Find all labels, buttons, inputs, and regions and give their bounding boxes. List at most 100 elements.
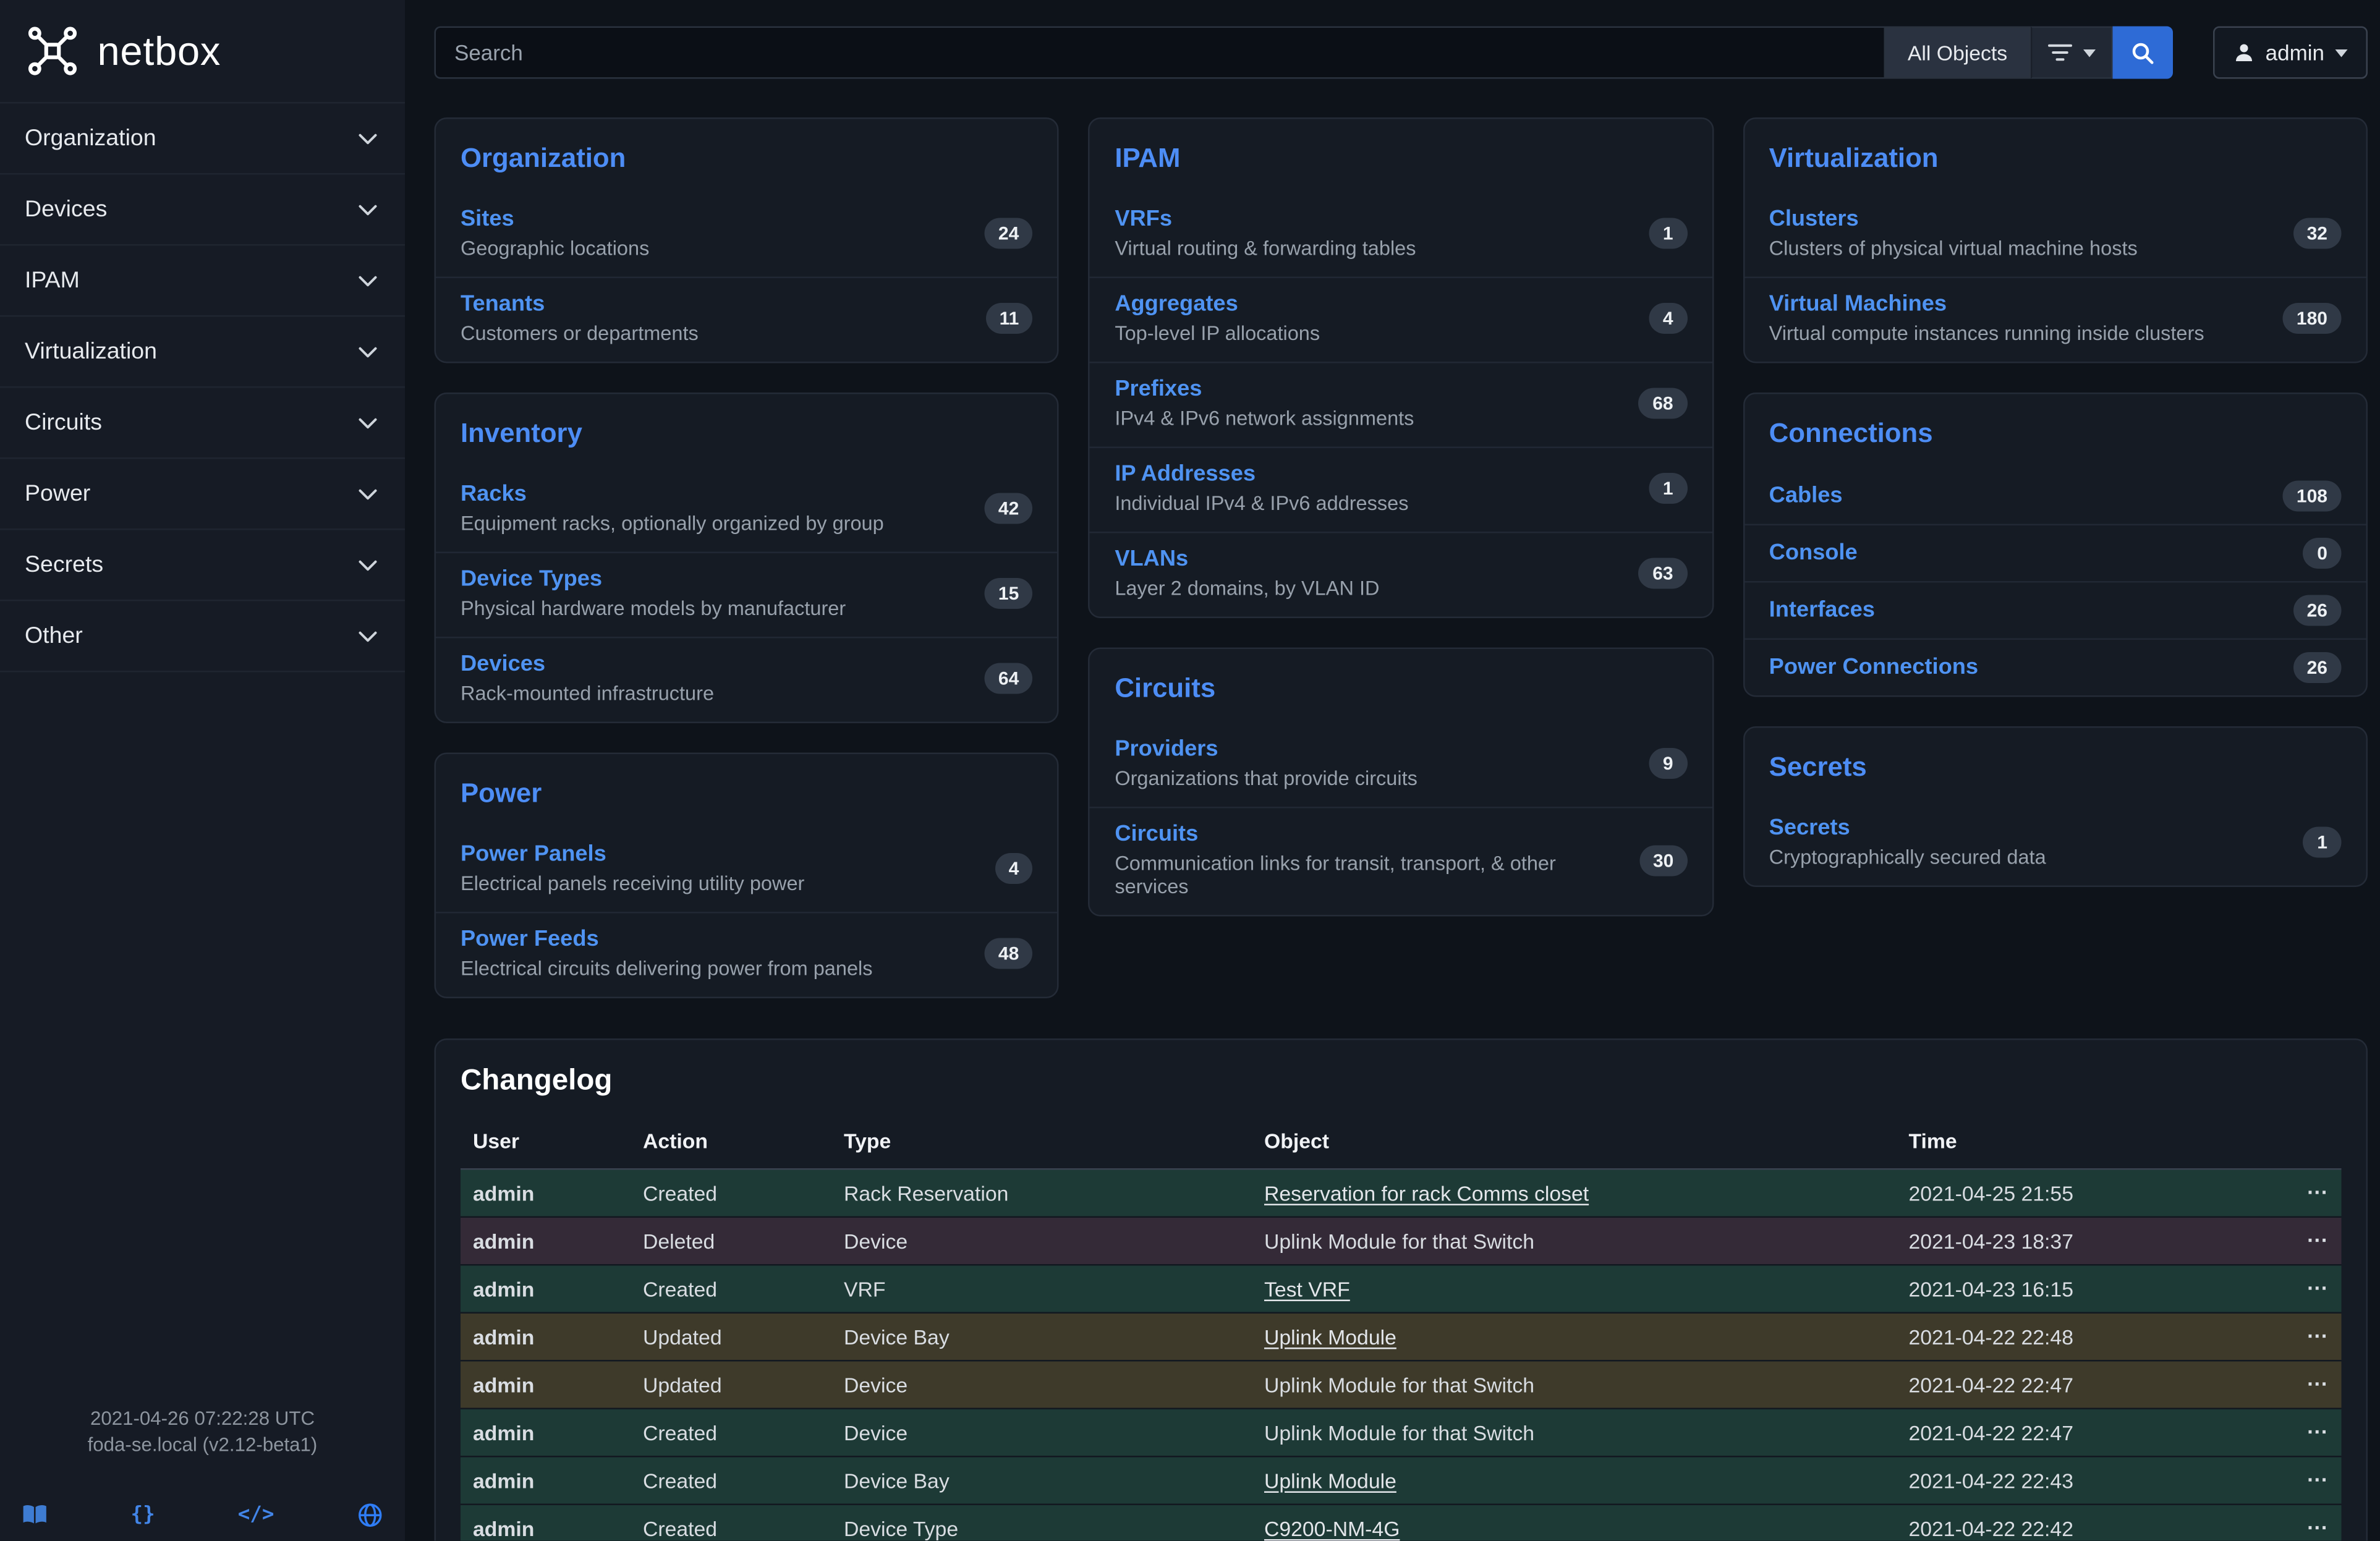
count-badge[interactable]: 1 — [2303, 827, 2342, 858]
object-type-button[interactable]: All Objects — [1884, 27, 2030, 79]
item-title[interactable]: Clusters — [1769, 207, 2138, 232]
item-title[interactable]: Console — [1769, 541, 1858, 566]
api-code-icon[interactable]: </> — [238, 1504, 274, 1527]
count-badge[interactable]: 11 — [985, 303, 1033, 334]
list-item-sites[interactable]: Sites Geographic locations 24 — [436, 193, 1058, 277]
item-title[interactable]: Sites — [461, 207, 649, 232]
object-link[interactable]: Uplink Module — [1264, 1469, 1396, 1492]
object-link[interactable]: Reservation for rack Comms closet — [1264, 1181, 1589, 1205]
item-title[interactable]: VLANs — [1115, 547, 1379, 572]
cell-action: Created — [631, 1409, 831, 1457]
item-title[interactable]: Racks — [461, 482, 884, 507]
count-badge[interactable]: 0 — [2303, 538, 2342, 569]
row-menu-button[interactable]: ⋯ — [2283, 1505, 2342, 1541]
row-menu-button[interactable]: ⋯ — [2283, 1217, 2342, 1265]
count-badge[interactable]: 32 — [2293, 218, 2341, 249]
count-badge[interactable]: 30 — [1639, 844, 1687, 875]
item-title[interactable]: Circuits — [1115, 822, 1623, 847]
sidebar-item-virtualization[interactable]: Virtualization — [0, 317, 405, 388]
item-title[interactable]: Secrets — [1769, 816, 2046, 841]
item-title[interactable]: Interfaces — [1769, 598, 1875, 623]
count-badge[interactable]: 64 — [984, 663, 1032, 694]
item-title[interactable]: Aggregates — [1115, 292, 1320, 317]
item-title[interactable]: Devices — [461, 652, 714, 677]
count-badge[interactable]: 15 — [984, 578, 1032, 609]
list-item-virtual-machines[interactable]: Virtual Machines Virtual compute instanc… — [1745, 277, 2366, 362]
sidebar-item-secrets[interactable]: Secrets — [0, 530, 405, 601]
card-secrets: Secrets Secrets Cryptographically secure… — [1743, 726, 2368, 887]
sidebar-item-devices[interactable]: Devices — [0, 175, 405, 246]
list-item-clusters[interactable]: Clusters Clusters of physical virtual ma… — [1745, 193, 2366, 277]
item-title[interactable]: Tenants — [461, 292, 699, 317]
docs-book-icon[interactable] — [22, 1504, 48, 1527]
item-title[interactable]: Providers — [1115, 737, 1417, 762]
sidebar-item-power[interactable]: Power — [0, 459, 405, 530]
list-item-providers[interactable]: Providers Organizations that provide cir… — [1090, 723, 1712, 807]
rest-api-braces-icon[interactable]: {} — [131, 1504, 155, 1527]
list-item-vrfs[interactable]: VRFs Virtual routing & forwarding tables… — [1090, 193, 1712, 277]
cell-user: admin — [461, 1169, 631, 1217]
search-input[interactable] — [435, 27, 1885, 79]
item-desc: IPv4 & IPv6 network assignments — [1115, 407, 1414, 430]
list-item-prefixes[interactable]: Prefixes IPv4 & IPv6 network assignments… — [1090, 362, 1712, 447]
sidebar-item-organization[interactable]: Organization — [0, 104, 405, 175]
item-title[interactable]: IP Addresses — [1115, 462, 1408, 487]
sidebar-item-ipam[interactable]: IPAM — [0, 246, 405, 317]
count-badge[interactable]: 180 — [2282, 303, 2341, 334]
item-title[interactable]: VRFs — [1115, 207, 1416, 232]
item-title[interactable]: Cables — [1769, 484, 1843, 509]
count-badge[interactable]: 1 — [1649, 473, 1687, 504]
count-badge[interactable]: 4 — [1649, 303, 1687, 334]
user-menu-button[interactable]: admin — [2213, 27, 2368, 79]
item-title[interactable]: Prefixes — [1115, 377, 1414, 402]
count-badge[interactable]: 9 — [1649, 748, 1687, 779]
search-button[interactable] — [2112, 27, 2173, 79]
community-globe-icon[interactable] — [357, 1502, 383, 1529]
list-item-devices[interactable]: Devices Rack-mounted infrastructure 64 — [436, 637, 1058, 722]
sidebar-item-other[interactable]: Other — [0, 601, 405, 673]
list-item-ip-addresses[interactable]: IP Addresses Individual IPv4 & IPv6 addr… — [1090, 447, 1712, 532]
count-badge[interactable]: 24 — [984, 218, 1032, 249]
item-title[interactable]: Device Types — [461, 567, 846, 592]
list-item-circuits[interactable]: Circuits Communication links for transit… — [1090, 807, 1712, 915]
list-item-secrets[interactable]: Secrets Cryptographically secured data 1 — [1745, 802, 2366, 886]
count-badge[interactable]: 108 — [2282, 481, 2341, 512]
row-menu-button[interactable]: ⋯ — [2283, 1456, 2342, 1505]
row-menu-button[interactable]: ⋯ — [2283, 1361, 2342, 1409]
list-item-racks[interactable]: Racks Equipment racks, optionally organi… — [436, 469, 1058, 552]
list-item-aggregates[interactable]: Aggregates Top-level IP allocations 4 — [1090, 277, 1712, 362]
row-menu-button[interactable]: ⋯ — [2283, 1409, 2342, 1457]
count-badge[interactable]: 68 — [1639, 388, 1687, 419]
list-item-interfaces[interactable]: Interfaces 26 — [1745, 581, 2366, 639]
cell-action: Created — [631, 1456, 831, 1505]
count-badge[interactable]: 4 — [995, 853, 1033, 884]
filter-button[interactable] — [2031, 27, 2113, 79]
row-menu-button[interactable]: ⋯ — [2283, 1313, 2342, 1361]
list-item-cables[interactable]: Cables 108 — [1745, 469, 2366, 524]
list-item-power-connections[interactable]: Power Connections 26 — [1745, 639, 2366, 696]
row-menu-button[interactable]: ⋯ — [2283, 1169, 2342, 1217]
count-badge[interactable]: 63 — [1639, 558, 1687, 589]
row-menu-button[interactable]: ⋯ — [2283, 1265, 2342, 1313]
object-link[interactable]: Test VRF — [1264, 1277, 1350, 1301]
item-title[interactable]: Power Feeds — [461, 927, 873, 952]
count-badge[interactable]: 26 — [2293, 652, 2341, 683]
list-item-device-types[interactable]: Device Types Physical hardware models by… — [436, 552, 1058, 637]
object-link[interactable]: C9200-NM-4G — [1264, 1517, 1400, 1540]
sidebar-item-circuits[interactable]: Circuits — [0, 388, 405, 459]
list-item-power-feeds[interactable]: Power Feeds Electrical circuits deliveri… — [436, 912, 1058, 997]
list-item-tenants[interactable]: Tenants Customers or departments 11 — [436, 277, 1058, 362]
item-title[interactable]: Virtual Machines — [1769, 292, 2204, 317]
list-item-console[interactable]: Console 0 — [1745, 524, 2366, 582]
object-link[interactable]: Uplink Module — [1264, 1325, 1396, 1349]
count-badge[interactable]: 42 — [984, 493, 1032, 524]
list-item-power-panels[interactable]: Power Panels Electrical panels receiving… — [436, 828, 1058, 912]
brand-logo[interactable]: netbox — [0, 0, 405, 102]
count-badge[interactable]: 26 — [2293, 595, 2341, 626]
item-title[interactable]: Power Panels — [461, 843, 804, 867]
count-badge[interactable]: 48 — [984, 938, 1032, 969]
list-item-vlans[interactable]: VLANs Layer 2 domains, by VLAN ID 63 — [1090, 532, 1712, 617]
count-badge[interactable]: 1 — [1649, 218, 1687, 249]
item-title[interactable]: Power Connections — [1769, 655, 1978, 680]
cell-action: Updated — [631, 1361, 831, 1409]
